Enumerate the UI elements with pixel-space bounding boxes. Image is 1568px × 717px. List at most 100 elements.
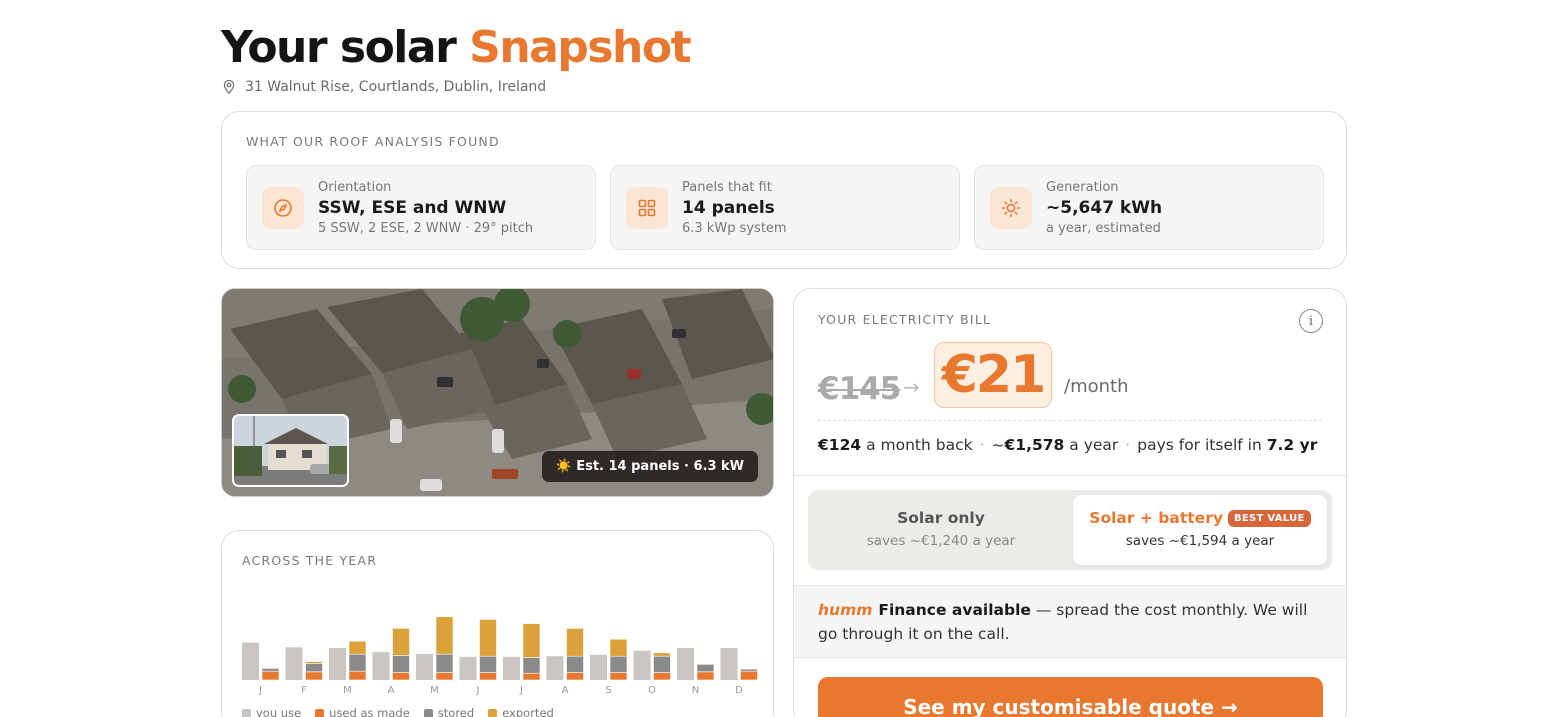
- stored-segment: [435, 653, 454, 673]
- month-tick-label: D: [735, 685, 743, 696]
- month-tick-label: N: [692, 685, 699, 696]
- used-as-made-segment: [392, 672, 410, 681]
- see-quote-button[interactable]: See my customisable quote →: [818, 677, 1323, 717]
- exported-segment: [653, 652, 671, 657]
- stored-segment: [696, 664, 715, 673]
- electricity-bill-card: YOUR ELECTRICITY BILL i €145 → €21 /mont…: [793, 288, 1347, 717]
- roof-analysis-label: WHAT OUR ROOF ANALYSIS FOUND: [246, 134, 500, 149]
- section-divider: [794, 475, 1346, 476]
- used-as-made-segment: [261, 670, 280, 681]
- tile-value: 14 panels: [682, 197, 775, 218]
- tile-value: SSW, ESE and WNW: [318, 197, 507, 218]
- new-monthly-price: €21: [934, 342, 1052, 408]
- month-tick-label: A: [562, 685, 569, 696]
- option-title: Solar + battery: [1089, 509, 1223, 527]
- used-as-made-segment: [305, 671, 323, 681]
- tile-label: Panels that fit: [682, 179, 772, 195]
- option-solar-battery[interactable]: Solar + battery BEST VALUE saves ~€1,594 …: [1073, 495, 1327, 565]
- stored-segment: [392, 655, 410, 673]
- used-as-made-segment: [609, 672, 628, 681]
- roof-analysis-card: WHAT OUR ROOF ANALYSIS FOUND Orientation…: [221, 111, 1347, 269]
- street-view-thumbnail[interactable]: [232, 414, 349, 487]
- option-title-row: Solar + battery BEST VALUE: [1073, 509, 1327, 527]
- exported-segment: [479, 619, 497, 657]
- monthly-energy-chart: JFMAMJJASOND: [242, 616, 758, 696]
- you-use-bar: [285, 647, 303, 680]
- title-plain: Your solar: [221, 22, 457, 73]
- savings-summary: €124 a month back · ~€1,578 a year · pays fo…: [818, 436, 1317, 454]
- used-as-made-segment: [566, 672, 584, 681]
- you-use-bar: [459, 656, 477, 680]
- best-value-badge: BEST VALUE: [1227, 510, 1311, 527]
- you-use-bar: [503, 656, 520, 680]
- you-use-bar: [677, 648, 694, 680]
- stored-segment: [479, 655, 497, 673]
- grid-icon: [626, 186, 668, 229]
- you-use-bar: [720, 648, 738, 680]
- bill-label: YOUR ELECTRICITY BILL: [818, 312, 992, 327]
- legend-item: exported: [488, 706, 554, 717]
- tile-orientation: Orientation SSW, ESE and WNW 5 SSW, 2 ES…: [246, 165, 596, 250]
- yearly-text: a year: [1069, 436, 1119, 454]
- payback-value: 7.2 yr: [1266, 436, 1318, 454]
- location-pin-icon: [223, 79, 235, 95]
- option-title: Solar only: [897, 509, 985, 527]
- stored-segment: [609, 655, 628, 673]
- you-use-bar: [633, 650, 651, 680]
- exported-segment: [566, 628, 584, 657]
- legend-label: used as made: [329, 706, 410, 717]
- tile-panels: Panels that fit 14 panels 6.3 kWp system: [610, 165, 960, 250]
- yearly-prefix: ~: [991, 436, 1005, 454]
- address-line: 31 Walnut Rise, Courtlands, Dublin, Irel…: [221, 79, 546, 95]
- used-as-made-segment: [348, 670, 367, 681]
- used-as-made-segment: [653, 672, 671, 681]
- month-tick-label: J: [519, 685, 523, 696]
- tile-sub: 6.3 kWp system: [682, 220, 787, 236]
- info-icon[interactable]: i: [1299, 309, 1323, 333]
- compass-icon: [262, 186, 304, 229]
- legend-label: stored: [437, 706, 475, 717]
- stored-segment: [740, 668, 758, 672]
- tile-label: Generation: [1046, 179, 1119, 195]
- you-use-bar: [590, 654, 607, 680]
- used-as-made-segment: [696, 671, 715, 681]
- you-use-bar: [546, 656, 564, 680]
- you-use-bar: [242, 642, 259, 680]
- separator-dot: ·: [979, 436, 985, 454]
- tile-generation: Generation ~5,647 kWh a year, estimated: [974, 165, 1324, 250]
- exported-segment: [609, 638, 628, 657]
- stored-segment: [566, 655, 584, 673]
- legend-item: used as made: [315, 706, 410, 717]
- stored-segment: [522, 657, 541, 674]
- tile-label: Orientation: [318, 179, 392, 195]
- monthly-back-text: a month back: [866, 436, 973, 454]
- per-month-label: /month: [1064, 376, 1129, 397]
- chart-legend: you use used as made stored exported: [242, 706, 554, 717]
- old-monthly-price: €145: [818, 371, 901, 407]
- aerial-roof-image: ☀️ Est. 14 panels · 6.3 kW: [221, 288, 774, 497]
- arrow-right-icon: →: [903, 375, 920, 399]
- stored-segment: [653, 655, 671, 673]
- stored-segment: [305, 663, 323, 673]
- option-savings: saves ~€1,240 a year: [866, 533, 1016, 549]
- used-as-made-segment: [479, 672, 497, 681]
- used-as-made-segment: [435, 672, 454, 681]
- legend-item: stored: [423, 706, 475, 717]
- page-title: Your solar Snapshot: [221, 22, 692, 73]
- option-solar-only[interactable]: Solar only saves ~€1,240 a year: [813, 495, 1069, 565]
- roof-analysis-tiles: Orientation SSW, ESE and WNW 5 SSW, 2 ES…: [246, 165, 1324, 250]
- across-year-card: ACROSS THE YEAR JFMAMJJASOND you use use…: [221, 530, 774, 717]
- finance-title: Finance available: [878, 601, 1031, 619]
- stored-segment: [261, 668, 280, 672]
- payback-text: pays for itself in: [1137, 436, 1262, 454]
- dashed-divider: [818, 420, 1322, 421]
- month-tick-label: M: [343, 685, 352, 696]
- finance-banner: humm Finance available — spread the cost …: [794, 585, 1346, 658]
- used-as-made-segment: [522, 672, 541, 681]
- system-option-toggle: Solar only saves ~€1,240 a year Solar + …: [808, 490, 1332, 570]
- sun-icon: [990, 186, 1032, 229]
- exported-segment: [392, 628, 410, 656]
- month-tick-label: S: [605, 685, 611, 696]
- monthly-back-value: €124: [818, 436, 862, 454]
- tile-sub: 5 SSW, 2 ESE, 2 WNW · 29° pitch: [318, 220, 534, 236]
